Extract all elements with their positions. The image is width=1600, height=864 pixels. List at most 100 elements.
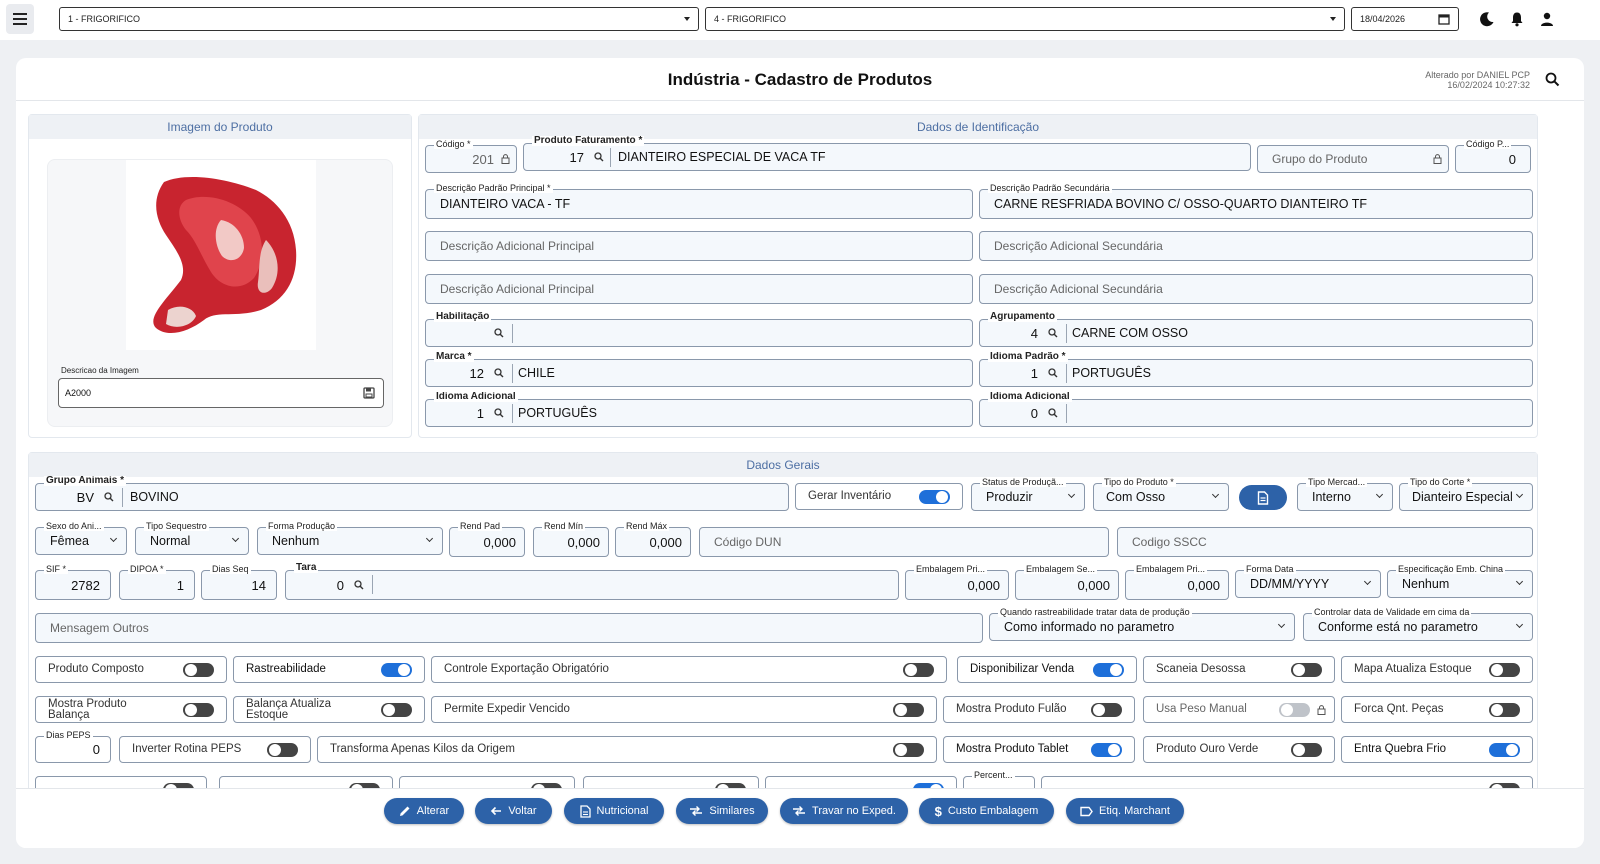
especificacao-china-select[interactable]: Especificação Emb. China Nenhum bbox=[1387, 564, 1533, 598]
forma-data-select[interactable]: Forma Data DD/MM/YYYY bbox=[1235, 564, 1381, 598]
agrupamento-field[interactable]: Agrupamento 4 CARNE COM OSSO bbox=[979, 312, 1533, 347]
tipo-produto-select[interactable]: Tipo do Produto * Com Osso bbox=[1093, 477, 1229, 511]
dias-peps-field[interactable]: Dias PEPS 0 bbox=[35, 730, 111, 763]
adicional-principal-field-2[interactable]: Descrição Adicional Principal bbox=[425, 274, 973, 304]
search-icon[interactable] bbox=[1545, 72, 1560, 92]
voltar-button[interactable]: Voltar bbox=[475, 798, 552, 824]
date-input[interactable]: 18/04/2026 bbox=[1351, 7, 1459, 31]
sexo-animal-select[interactable]: Sexo do Ani... Fêmea bbox=[35, 521, 127, 555]
search-icon[interactable] bbox=[1048, 400, 1058, 426]
document-button[interactable] bbox=[1239, 485, 1287, 510]
habilitacao-field[interactable]: Habilitação bbox=[425, 312, 973, 347]
toggle-switch[interactable] bbox=[1091, 703, 1122, 717]
permite-expedir-toggle[interactable]: Permite Expedir Vencido bbox=[431, 696, 937, 723]
travar-expedicao-button[interactable]: Travar no Exped. bbox=[780, 798, 908, 824]
nutricional-button[interactable]: Nutricional bbox=[564, 798, 664, 824]
mostra-produto-tablet-toggle[interactable]: Mostra Produto Tablet bbox=[943, 736, 1135, 763]
rend-min-field[interactable]: Rend Mín 0,000 bbox=[533, 521, 609, 557]
tipo-corte-select[interactable]: Tipo do Corte * Dianteiro Especial bbox=[1399, 477, 1533, 511]
toggle-switch[interactable] bbox=[183, 703, 214, 717]
toggle-switch[interactable] bbox=[1489, 743, 1520, 757]
descricao-secundaria-field[interactable]: Descrição Padrão Secundária CARNE RESFRI… bbox=[979, 183, 1533, 219]
embalagem-se-field[interactable]: Embalagem Se... 0,000 bbox=[1015, 564, 1119, 600]
rastreabilidade-data-select[interactable]: Quando rastreabilidade tratar data de pr… bbox=[989, 607, 1295, 641]
toggle-switch[interactable] bbox=[381, 663, 412, 677]
tipo-mercado-select[interactable]: Tipo Mercad... Interno bbox=[1297, 477, 1393, 511]
toggle-switch[interactable] bbox=[1489, 663, 1520, 677]
bell-icon[interactable] bbox=[1508, 10, 1526, 28]
idioma-adicional-field-2[interactable]: Idioma Adicional 0 bbox=[979, 392, 1533, 427]
search-icon[interactable] bbox=[1048, 320, 1058, 346]
mensagem-outros-field[interactable]: Mensagem Outros bbox=[35, 613, 983, 643]
search-icon[interactable] bbox=[494, 360, 504, 386]
produto-composto-toggle[interactable]: Produto Composto bbox=[35, 656, 227, 683]
alterar-button[interactable]: Alterar bbox=[384, 798, 464, 824]
search-icon[interactable] bbox=[104, 484, 114, 510]
idioma-padrao-field[interactable]: Idioma Padrão * 1 PORTUGUÊS bbox=[979, 352, 1533, 387]
mapa-atualiza-toggle[interactable]: Mapa Atualiza Estoque bbox=[1341, 656, 1533, 683]
produto-faturamento-field[interactable]: Produto Faturamento * 17 DIANTEIRO ESPEC… bbox=[523, 136, 1251, 171]
rastreabilidade-toggle[interactable]: Rastreabilidade bbox=[233, 656, 425, 683]
grupo-animais-field[interactable]: Grupo Animais * BV BOVINO bbox=[35, 476, 789, 511]
forma-producao-select[interactable]: Forma Produção Nenhum bbox=[257, 521, 443, 555]
similares-button[interactable]: Similares bbox=[676, 798, 768, 824]
user-icon[interactable] bbox=[1538, 10, 1556, 28]
search-icon[interactable] bbox=[1048, 360, 1058, 386]
codigo-p-field[interactable]: Código P... 0 bbox=[1455, 139, 1531, 173]
transforma-kilos-toggle[interactable]: Transforma Apenas Kilos da Origem bbox=[317, 736, 937, 763]
rend-max-field[interactable]: Rend Máx 0,000 bbox=[615, 521, 691, 557]
idioma-adicional-field[interactable]: Idioma Adicional 1 PORTUGUÊS bbox=[425, 392, 973, 427]
product-image[interactable] bbox=[126, 160, 316, 350]
adicional-secundaria-field[interactable]: Descrição Adicional Secundária bbox=[979, 231, 1533, 261]
toggle-switch[interactable] bbox=[919, 490, 950, 504]
custo-embalagem-button[interactable]: $ Custo Embalagem bbox=[919, 798, 1054, 824]
codigo-sscc-field[interactable]: Codigo SSCC bbox=[1117, 527, 1533, 557]
search-icon[interactable] bbox=[494, 320, 504, 346]
embalagem-pri-field-2[interactable]: Embalagem Pri... 0,000 bbox=[1125, 564, 1229, 600]
forca-qnt-pecas-toggle[interactable]: Forca Qnt. Peças bbox=[1341, 696, 1533, 723]
toggle-switch[interactable] bbox=[267, 743, 298, 757]
search-icon[interactable] bbox=[494, 400, 504, 426]
sif-field[interactable]: SIF * 2782 bbox=[35, 564, 111, 600]
toggle-switch[interactable] bbox=[1291, 663, 1322, 677]
menu-icon[interactable] bbox=[6, 4, 34, 34]
toggle-switch[interactable] bbox=[1291, 743, 1322, 757]
toggle-switch[interactable] bbox=[893, 743, 924, 757]
mostra-produto-balanca-toggle[interactable]: Mostra Produto Balança bbox=[35, 696, 227, 723]
entra-quebra-frio-toggle[interactable]: Entra Quebra Frio bbox=[1341, 736, 1533, 763]
controle-exportacao-toggle[interactable]: Controle Exportação Obrigatório bbox=[431, 656, 947, 683]
moon-icon[interactable] bbox=[1478, 10, 1496, 28]
toggle-switch[interactable] bbox=[893, 703, 924, 717]
toggle-switch[interactable] bbox=[903, 663, 934, 677]
tara-field[interactable]: Tara 0 bbox=[285, 563, 899, 600]
calendar-icon[interactable] bbox=[1438, 13, 1450, 25]
search-icon[interactable] bbox=[354, 571, 364, 599]
adicional-principal-field[interactable]: Descrição Adicional Principal bbox=[425, 231, 973, 261]
dias-seq-field[interactable]: Dias Seq 14 bbox=[201, 564, 277, 600]
produto-ouro-verde-toggle[interactable]: Produto Ouro Verde bbox=[1143, 736, 1335, 763]
tipo-sequestro-select[interactable]: Tipo Sequestro Normal bbox=[135, 521, 249, 555]
descricao-principal-field[interactable]: Descrição Padrão Principal * DIANTEIRO V… bbox=[425, 183, 973, 219]
toggle-switch[interactable] bbox=[183, 663, 214, 677]
rend-pad-field[interactable]: Rend Pad 0,000 bbox=[449, 521, 525, 557]
mostra-produto-fulao-toggle[interactable]: Mostra Produto Fulão bbox=[943, 696, 1135, 723]
gerar-inventario-toggle[interactable]: Gerar Inventário bbox=[795, 483, 963, 510]
marca-field[interactable]: Marca * 12 CHILE bbox=[425, 352, 973, 387]
scaneia-desossa-toggle[interactable]: Scaneia Desossa bbox=[1143, 656, 1335, 683]
branch-select[interactable]: 4 - FRIGORIFICO bbox=[705, 7, 1345, 31]
company-select[interactable]: 1 - FRIGORIFICO bbox=[59, 7, 699, 31]
adicional-secundaria-field-2[interactable]: Descrição Adicional Secundária bbox=[979, 274, 1533, 304]
dipoa-field[interactable]: DIPOA * 1 bbox=[119, 564, 195, 600]
toggle-switch[interactable] bbox=[381, 703, 412, 717]
status-producao-select[interactable]: Status de Produçã... Produzir bbox=[971, 477, 1085, 511]
embalagem-pri-field[interactable]: Embalagem Pri... 0,000 bbox=[905, 564, 1009, 600]
balanca-atualiza-estoque-toggle[interactable]: Balança Atualiza Estoque bbox=[233, 696, 425, 723]
toggle-switch[interactable] bbox=[1489, 703, 1520, 717]
image-description-field[interactable]: Descricao da Imagem A2000 bbox=[58, 366, 384, 408]
etiq-marchant-button[interactable]: Etiq. Marchant bbox=[1066, 798, 1184, 824]
toggle-switch[interactable] bbox=[1093, 663, 1124, 677]
save-icon[interactable] bbox=[363, 379, 375, 407]
codigo-field[interactable]: Código * 201 bbox=[425, 139, 517, 173]
disponibilizar-venda-toggle[interactable]: Disponibilizar Venda bbox=[957, 656, 1137, 683]
grupo-produto-field[interactable]: Grupo do Produto bbox=[1257, 145, 1449, 173]
